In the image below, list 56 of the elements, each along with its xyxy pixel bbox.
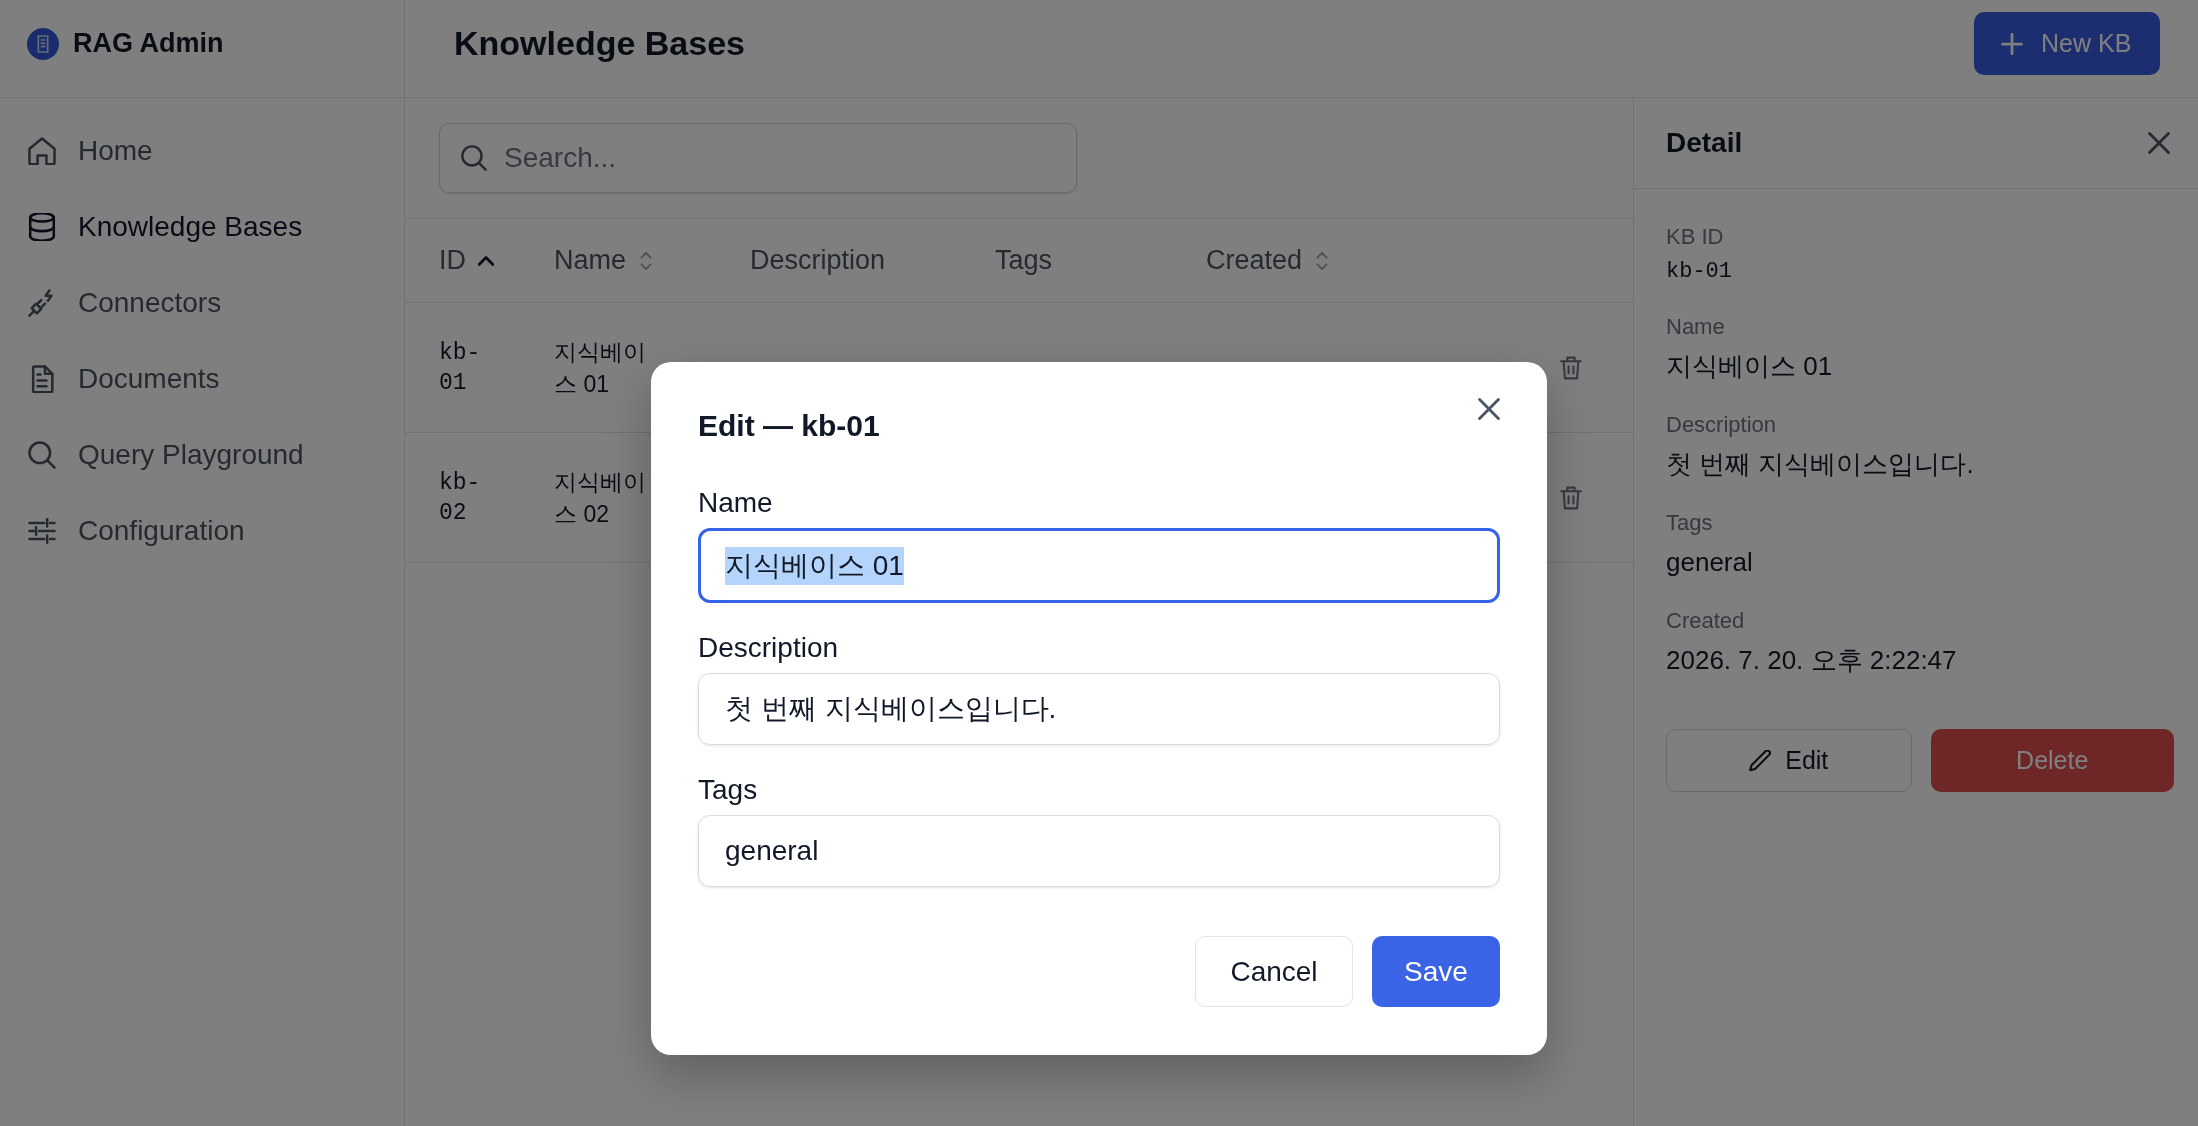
field-value: 첫 번째 지식베이스입니다. — [1666, 448, 1974, 481]
field-label: Description — [698, 631, 839, 665]
search-icon — [28, 441, 56, 469]
sidebar-item[interactable]: Documents — [0, 341, 404, 417]
field-label: KB ID — [1666, 223, 1724, 251]
home-icon — [28, 137, 56, 165]
pencil-icon — [1749, 749, 1772, 772]
sidebar-item[interactable]: Connectors — [0, 265, 404, 341]
text-field[interactable]: 지식베이스 01 — [698, 528, 1500, 603]
close-icon[interactable] — [1478, 398, 1500, 420]
column-header[interactable]: Name — [554, 245, 655, 276]
sidebar-item[interactable]: Configuration — [0, 493, 404, 569]
cancel-button[interactable]: Cancel — [1195, 936, 1353, 1007]
field-value: 지식베이스 01 — [1666, 350, 1833, 383]
search-field[interactable]: Search... — [439, 123, 1077, 193]
column-header[interactable]: Created — [1206, 245, 1331, 276]
panel-title: Detail — [1666, 127, 1743, 159]
app-name: RAG Admin — [73, 28, 224, 59]
trash-icon[interactable] — [1560, 485, 1582, 510]
column-header: Description — [750, 245, 886, 276]
delete-button[interactable]: Delete — [1930, 729, 2174, 792]
database-icon — [28, 213, 56, 241]
plug-icon — [28, 289, 56, 317]
search-icon — [461, 145, 487, 171]
chevrons-up-down-icon — [638, 250, 655, 271]
table-cell-text: 지식베이스 01 — [554, 337, 647, 399]
field-value: kb-01 — [1666, 258, 1732, 286]
text-field[interactable]: general — [698, 815, 1500, 887]
field-value: general — [1666, 546, 1753, 579]
sliders-icon — [28, 517, 56, 545]
page-title: Knowledge Bases — [454, 24, 745, 63]
field-value: 2026. 7. 20. 오후 2:22:47 — [1666, 644, 1957, 677]
logo-icon — [27, 27, 59, 60]
plus-icon — [2001, 32, 2023, 55]
edit-button[interactable]: Edit — [1666, 729, 1912, 792]
sidebar-item[interactable]: Knowledge Bases — [0, 189, 404, 265]
save-button[interactable]: Save — [1372, 936, 1500, 1007]
field-label: Name — [698, 486, 773, 520]
table-cell-text: kb-02 — [439, 468, 482, 528]
field-label: Created — [1666, 607, 1745, 635]
close-icon[interactable] — [2148, 132, 2170, 154]
field-label: Name — [1666, 313, 1725, 341]
field-label: Description — [1666, 411, 1777, 439]
column-header[interactable]: ID — [439, 245, 494, 276]
sidebar-item[interactable]: Home — [0, 113, 404, 189]
sidebar-item[interactable]: Query Playground — [0, 417, 404, 493]
column-header: Tags — [995, 245, 1053, 276]
table-cell-text: 지식베이스 02 — [554, 467, 647, 529]
field-label: Tags — [1666, 509, 1713, 537]
text-field[interactable]: 첫 번째 지식베이스입니다. — [698, 673, 1500, 745]
new-kb-button[interactable]: New KB — [1974, 12, 2160, 75]
trash-icon[interactable] — [1560, 355, 1582, 380]
chevrons-up-down-icon — [1314, 250, 1331, 271]
table-cell-text: kb-01 — [439, 338, 482, 398]
dialog-title: Edit — kb-01 — [698, 408, 880, 444]
field-label: Tags — [698, 773, 758, 807]
